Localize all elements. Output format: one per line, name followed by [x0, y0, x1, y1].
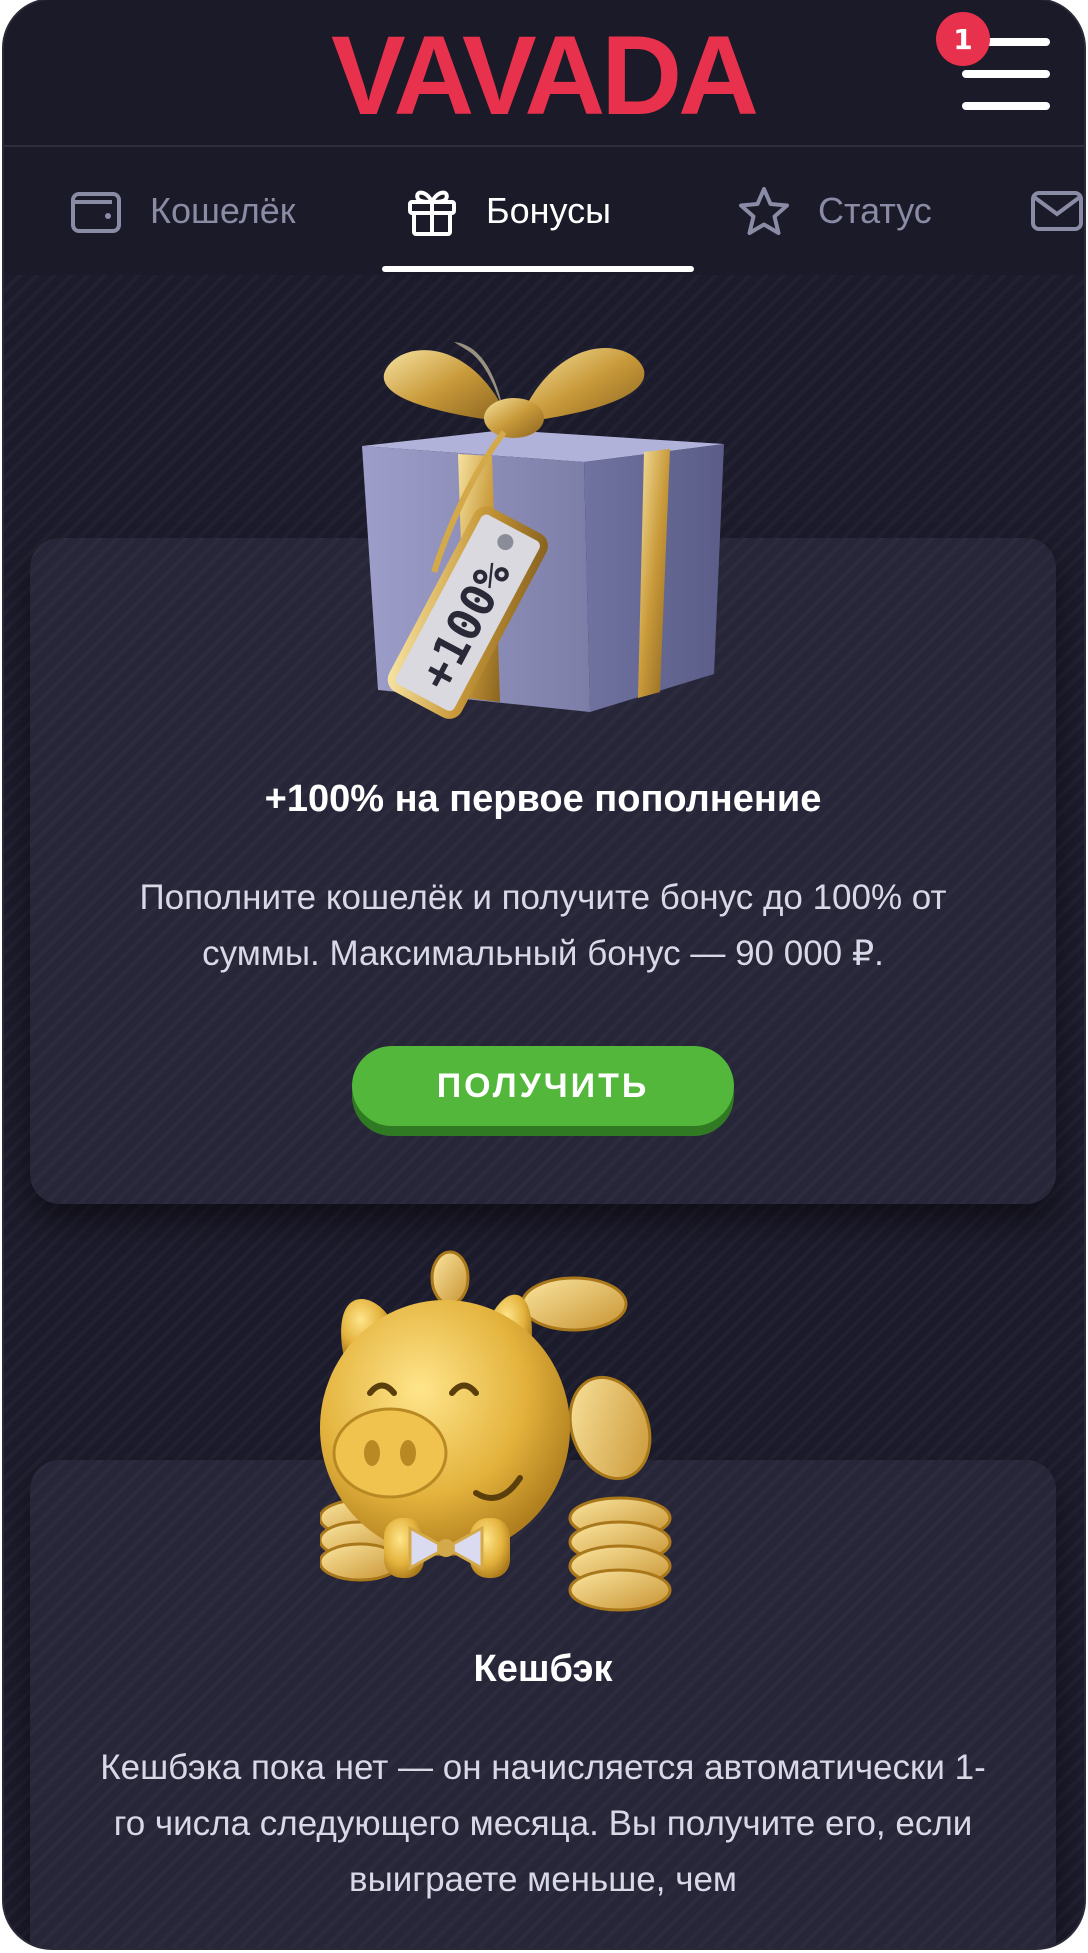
cashback-title: Кешбэк [473, 1648, 613, 1690]
bonus-title: +100% на первое пополнение [264, 778, 822, 820]
tab-wallet[interactable]: Кошелёк [70, 147, 295, 275]
gift-box-image: +100% [362, 342, 724, 719]
tab-bonuses-label: Бонусы [486, 190, 611, 231]
wallet-icon [71, 192, 121, 233]
cashback-description: Кешбэка пока нет — он начисляется автома… [100, 1748, 986, 1899]
tab-messages[interactable] [1030, 147, 1084, 275]
notification-badge: 1 [936, 12, 990, 66]
tab-bonuses[interactable]: Бонусы [406, 147, 611, 275]
gift-icon [408, 190, 456, 236]
tab-status-label: Статус [818, 190, 932, 231]
tab-status[interactable]: Статус [738, 147, 932, 275]
tab-wallet-label: Кошелёк [150, 190, 296, 231]
bonus-description: Пополните кошелёк и получите бонус до 10… [139, 878, 947, 973]
vavada-logo[interactable]: VAVADA [260, 28, 826, 120]
active-tab-indicator [382, 266, 694, 272]
mail-icon [1031, 191, 1083, 231]
tab-bar: Кошелёк Бонусы Статус [4, 147, 1084, 275]
header: VAVADA 1 [4, 0, 1084, 147]
logo-text: VAVADA [331, 28, 756, 120]
app-screen: VAVADA 1 Кошелёк Бонусы Статус +100% на … [4, 0, 1084, 1948]
get-bonus-button[interactable]: ПОЛУЧИТЬ [352, 1046, 734, 1126]
piggy-bank-image [320, 1250, 672, 1612]
star-icon [739, 187, 789, 235]
